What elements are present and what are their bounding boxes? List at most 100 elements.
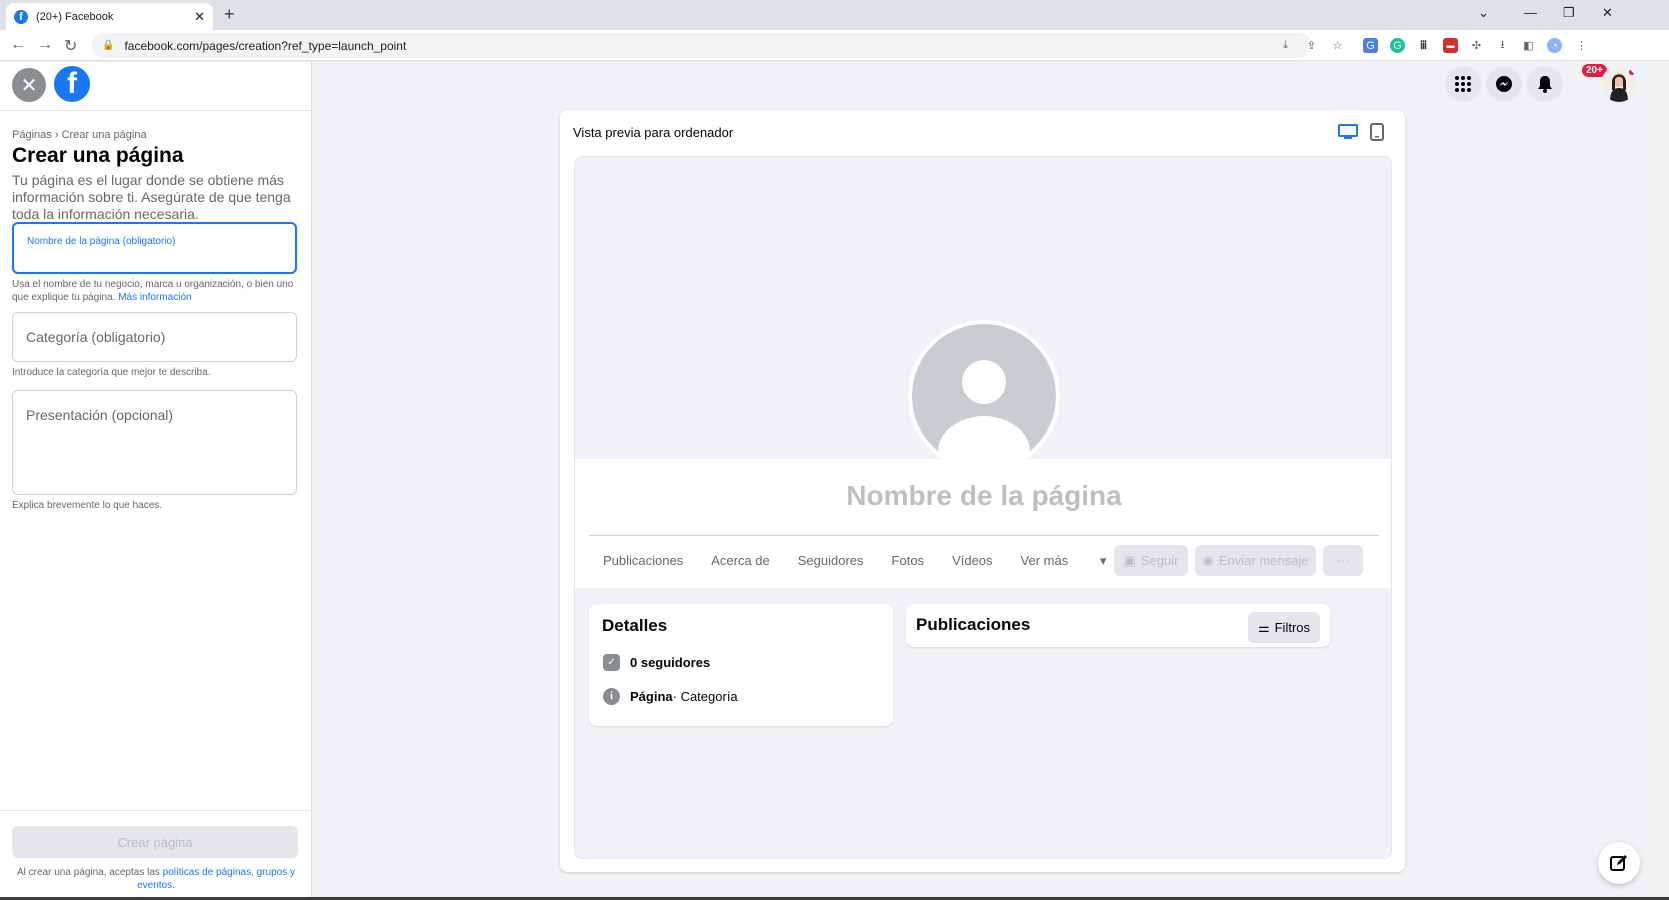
desktop-view-icon[interactable] bbox=[1338, 124, 1358, 140]
checkbox-icon: ✓ bbox=[603, 654, 620, 671]
panel-footer: Crear página Al crear una página, acepta… bbox=[0, 810, 312, 900]
downloads-icon[interactable]: ⭳ bbox=[1495, 38, 1510, 53]
filters-label: Filtros bbox=[1274, 620, 1310, 635]
policies-link[interactable]: políticas de páginas, grupos y eventos bbox=[137, 867, 295, 891]
send-message-label: Enviar mensaje bbox=[1218, 553, 1309, 568]
page-title: Crear una página bbox=[12, 144, 184, 167]
tab-search-icon[interactable]: ⌄ bbox=[1478, 5, 1489, 21]
grammarly-extension-icon[interactable]: G bbox=[1390, 38, 1405, 53]
category-help: Introduce la categoría que mejor te desc… bbox=[12, 367, 211, 378]
page-description: Tu página es el lugar donde se obtiene m… bbox=[12, 172, 291, 222]
followers-count: 0 seguidores bbox=[630, 655, 711, 670]
tab-followers[interactable]: Seguidores bbox=[798, 553, 864, 569]
filters-icon: ⚌ bbox=[1257, 619, 1270, 635]
page-name-placeholder: Nombre de la página (obligatorio) bbox=[27, 236, 176, 247]
breadcrumb-pages[interactable]: Páginas bbox=[12, 129, 52, 141]
breadcrumb-current: Crear una página bbox=[61, 129, 147, 141]
translate-extension-icon[interactable]: G bbox=[1363, 38, 1378, 53]
breadcrumb: Páginas › Crear una página bbox=[12, 129, 147, 141]
more-options-button[interactable]: ··· bbox=[1323, 545, 1363, 576]
browser-tab[interactable]: f (20+) Facebook ✕ bbox=[6, 3, 213, 30]
minimize-icon[interactable]: — bbox=[1524, 5, 1537, 20]
profile-icon[interactable]: ◔ bbox=[1547, 38, 1562, 53]
new-tab-icon[interactable]: + bbox=[224, 4, 235, 25]
bio-help: Explica brevemente lo que haces. bbox=[12, 500, 163, 511]
category-input[interactable]: Categoría (obligatorio) bbox=[12, 312, 297, 362]
reload-icon[interactable]: ↻ bbox=[64, 36, 77, 56]
facebook-favicon-icon: f bbox=[14, 9, 28, 24]
breadcrumb-separator: › bbox=[54, 129, 59, 141]
panel-header: ✕ f bbox=[0, 62, 311, 111]
page-preview: Nombre de la página Publicaciones Acerca… bbox=[574, 156, 1392, 859]
forward-icon[interactable]: → bbox=[37, 36, 53, 54]
filters-button[interactable]: ⚌ Filtros bbox=[1247, 612, 1320, 643]
tab-about[interactable]: Acerca de bbox=[711, 553, 770, 569]
more-info-link[interactable]: Más información bbox=[118, 292, 191, 303]
posts-title: Publicaciones bbox=[916, 615, 1031, 634]
terms-suffix: . bbox=[172, 880, 175, 891]
follow-icon: ▣ bbox=[1123, 552, 1136, 568]
details-title: Detalles bbox=[602, 616, 668, 635]
tab-videos[interactable]: Vídeos bbox=[952, 553, 992, 569]
default-avatar-icon bbox=[912, 324, 1056, 468]
page-name-input[interactable]: Nombre de la página (obligatorio) bbox=[12, 222, 297, 274]
terms-prefix: Al crear una página, aceptas las bbox=[17, 867, 160, 878]
bio-placeholder: Presentación (opcional) bbox=[26, 407, 174, 423]
tab-close-icon[interactable]: ✕ bbox=[194, 9, 205, 25]
mobile-view-icon[interactable] bbox=[1370, 123, 1384, 141]
profile-picture bbox=[908, 320, 1060, 472]
address-bar-row: ← → ↻ 🔒 facebook.com/pages/creation?ref_… bbox=[0, 30, 1669, 61]
install-icon[interactable]: ⤓ bbox=[1278, 38, 1293, 53]
page-type-label: Página bbox=[630, 689, 673, 704]
caret-down-icon: ▾ bbox=[1099, 553, 1107, 568]
lock-icon: 🔒 bbox=[102, 40, 115, 51]
messenger-icon[interactable] bbox=[1486, 66, 1522, 102]
side-panel-icon[interactable]: ◧ bbox=[1521, 38, 1536, 53]
page-name-help: Usa el nombre de tu negocio, marca u org… bbox=[12, 278, 300, 304]
more-dots-icon: ··· bbox=[1336, 553, 1350, 568]
puzzle-extensions-icon[interactable]: ✣ bbox=[1469, 38, 1484, 53]
menu-grid-icon[interactable] bbox=[1445, 66, 1481, 102]
url-field[interactable]: 🔒 facebook.com/pages/creation?ref_type=l… bbox=[92, 33, 1312, 58]
followers-row: ✓ 0 seguidores bbox=[603, 654, 710, 671]
close-icon[interactable]: ✕ bbox=[12, 68, 46, 102]
terms-text: Al crear una página, aceptas las polític… bbox=[12, 866, 300, 892]
tab-photos[interactable]: Fotos bbox=[892, 553, 925, 569]
red-extension-icon[interactable]: ▬ bbox=[1443, 38, 1458, 53]
desktop-preview-card: Vista previa para ordenador Nombre de la… bbox=[560, 110, 1405, 872]
browser-tabbar: f (20+) Facebook ✕ + ⌄ — ❐ ✕ bbox=[0, 0, 1669, 30]
scrollbar[interactable] bbox=[1655, 62, 1669, 900]
send-message-button[interactable]: ◉ Enviar mensaje bbox=[1195, 545, 1316, 576]
create-page-panel: ✕ f Páginas › Crear una página Crear una… bbox=[0, 62, 312, 900]
tab-see-more-label: Ver más bbox=[1020, 553, 1069, 568]
category-label: · Categoría bbox=[672, 689, 738, 704]
extension-icon[interactable]: ⅲ bbox=[1416, 38, 1431, 53]
page-category-row: i Página · Categoría bbox=[603, 688, 738, 705]
facebook-logo-icon[interactable]: f bbox=[54, 66, 90, 102]
messenger-small-icon: ◉ bbox=[1202, 552, 1214, 568]
page-name-placeholder-heading: Nombre de la página bbox=[846, 480, 1122, 511]
bookmark-star-icon[interactable]: ☆ bbox=[1330, 38, 1345, 53]
follow-button[interactable]: ▣ Seguir bbox=[1114, 545, 1188, 576]
window-close-icon[interactable]: ✕ bbox=[1602, 5, 1613, 21]
avatar[interactable] bbox=[1601, 66, 1637, 102]
back-icon[interactable]: ← bbox=[10, 36, 26, 54]
tab-posts[interactable]: Publicaciones bbox=[603, 553, 683, 569]
follow-label: Seguir bbox=[1140, 553, 1179, 568]
details-card: Detalles ✓ 0 seguidores i Página · Categ… bbox=[589, 604, 893, 726]
notifications-bell-icon[interactable] bbox=[1527, 66, 1563, 102]
page-tabs: Publicaciones Acerca de Seguidores Fotos… bbox=[603, 553, 1162, 569]
header-divider bbox=[589, 535, 1379, 536]
info-icon: i bbox=[603, 688, 620, 705]
menu-kebab-icon[interactable]: ⋮ bbox=[1574, 38, 1589, 53]
category-placeholder: Categoría (obligatorio) bbox=[26, 329, 166, 345]
compose-icon[interactable] bbox=[1598, 842, 1640, 884]
tab-title: (20+) Facebook bbox=[36, 10, 114, 23]
restore-icon[interactable]: ❐ bbox=[1563, 5, 1575, 21]
posts-card: Publicaciones ⚌ Filtros bbox=[906, 604, 1330, 647]
preview-label: Vista previa para ordenador bbox=[573, 125, 734, 140]
share-icon[interactable]: ⇪ bbox=[1304, 38, 1319, 53]
create-page-button[interactable]: Crear página bbox=[12, 826, 298, 858]
url-text: facebook.com/pages/creation?ref_type=lau… bbox=[124, 38, 407, 53]
bio-textarea[interactable]: Presentación (opcional) bbox=[12, 390, 297, 495]
